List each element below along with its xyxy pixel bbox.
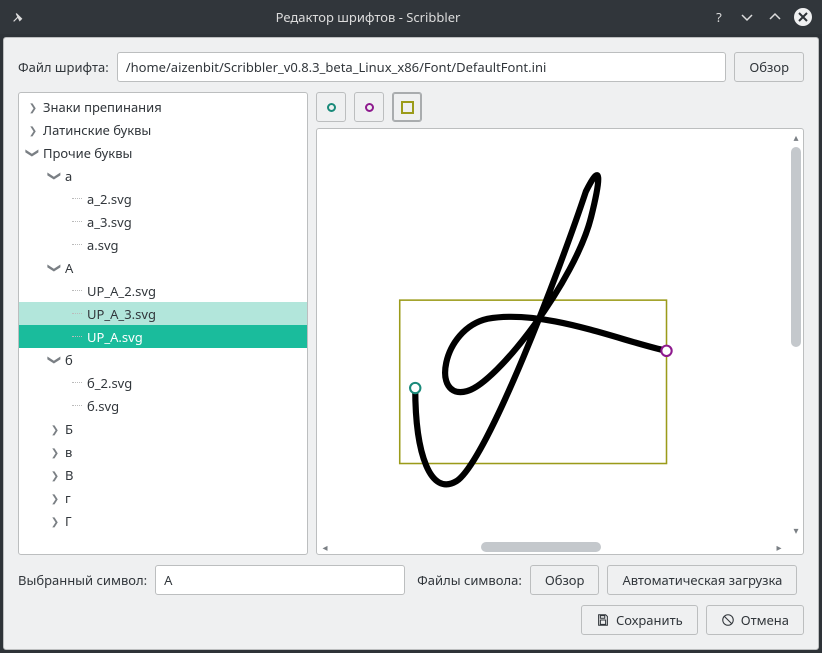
tree-item-label: б.svg bbox=[87, 397, 119, 415]
anchor-in-tool[interactable] bbox=[316, 92, 346, 122]
browse-file-button[interactable]: Обзор bbox=[734, 52, 804, 82]
tree-item[interactable]: а.svg bbox=[19, 233, 307, 256]
horizontal-scrollbar[interactable]: ◂ ▸ bbox=[321, 542, 783, 552]
chevron-right-icon[interactable]: ❯ bbox=[49, 422, 61, 436]
tree-item[interactable]: б_2.svg bbox=[19, 371, 307, 394]
chevron-right-icon[interactable]: ❯ bbox=[49, 445, 61, 459]
file-label: Файл шрифта: bbox=[18, 58, 109, 76]
chevron-right-icon[interactable]: ❯ bbox=[49, 491, 61, 505]
tree-item[interactable]: ❯ Знаки препинания bbox=[19, 95, 307, 118]
tree-item[interactable]: ❯Б bbox=[19, 417, 307, 440]
selected-symbol-input[interactable] bbox=[155, 565, 405, 595]
tool-row bbox=[316, 92, 804, 122]
tree-item-label: а bbox=[65, 167, 72, 185]
close-icon[interactable] bbox=[794, 8, 812, 26]
anchor-in-icon[interactable] bbox=[410, 383, 420, 393]
tree-branch-icon bbox=[71, 198, 83, 199]
browse-symbol-button[interactable]: Обзор bbox=[530, 565, 600, 595]
save-button[interactable]: Сохранить bbox=[581, 605, 698, 635]
tree-branch-icon bbox=[71, 244, 83, 245]
chevron-down-icon[interactable]: ❯ bbox=[49, 351, 61, 369]
tree-item-label: Латинские буквы bbox=[43, 121, 151, 139]
tree-item-label: г bbox=[65, 489, 71, 507]
anchor-out-tool[interactable] bbox=[354, 92, 384, 122]
tree-item[interactable]: ❯ Латинские буквы bbox=[19, 118, 307, 141]
chevron-down-icon[interactable]: ❯ bbox=[49, 167, 61, 185]
tree-branch-icon bbox=[71, 336, 83, 337]
tree-item[interactable]: UP_А_3.svg bbox=[19, 302, 307, 325]
selected-symbol-label: Выбранный символ: bbox=[18, 571, 147, 589]
maximize-icon[interactable] bbox=[766, 8, 784, 26]
tree-item-label: Б bbox=[65, 420, 73, 438]
tree-item[interactable]: а_3.svg bbox=[19, 210, 307, 233]
tree-scroll[interactable]: ❯Знаки препинания❯Латинские буквы❯Прочие… bbox=[19, 93, 307, 554]
tree-item[interactable]: а_2.svg bbox=[19, 187, 307, 210]
tree-item-label: в bbox=[65, 443, 72, 461]
tree-item[interactable]: UP_А.svg bbox=[19, 325, 307, 348]
save-icon bbox=[596, 613, 610, 627]
tree-item[interactable]: б.svg bbox=[19, 394, 307, 417]
tree-item-label: Г bbox=[65, 512, 72, 530]
tree-item-label: а_3.svg bbox=[87, 213, 132, 231]
bounds-tool[interactable] bbox=[392, 92, 422, 122]
tree-item-label: Прочие буквы bbox=[43, 144, 132, 162]
help-icon[interactable]: ? bbox=[710, 8, 728, 26]
chevron-right-icon[interactable]: ❯ bbox=[27, 123, 39, 137]
tree-branch-icon bbox=[71, 290, 83, 291]
chevron-right-icon[interactable]: ❯ bbox=[49, 468, 61, 482]
tree-item-label: UP_А_3.svg bbox=[87, 305, 156, 323]
tree-branch-icon bbox=[71, 405, 83, 406]
tree-item[interactable]: ❯г bbox=[19, 486, 307, 509]
tree-item[interactable]: ❯Прочие буквы bbox=[19, 141, 307, 164]
tree-panel: ❯Знаки препинания❯Латинские буквы❯Прочие… bbox=[18, 92, 308, 555]
cancel-icon bbox=[721, 613, 735, 627]
symbol-files-label: Файлы символа: bbox=[417, 571, 522, 589]
tree-item-label: Знаки препинания bbox=[43, 98, 162, 116]
pin-icon[interactable] bbox=[10, 9, 26, 25]
tree-item[interactable]: ❯А bbox=[19, 256, 307, 279]
tree-item[interactable]: ❯а bbox=[19, 164, 307, 187]
chevron-down-icon[interactable]: ❯ bbox=[49, 259, 61, 277]
chevron-right-icon[interactable]: ❯ bbox=[27, 100, 39, 114]
tree-item-label: А bbox=[65, 259, 73, 277]
tree-item-label: а.svg bbox=[87, 236, 119, 254]
tree-item[interactable]: ❯В bbox=[19, 463, 307, 486]
cancel-button[interactable]: Отмена bbox=[706, 605, 804, 635]
chevron-right-icon[interactable]: ❯ bbox=[49, 514, 61, 528]
symbol-row: Выбранный символ: Файлы символа: Обзор А… bbox=[18, 565, 804, 595]
window-title: Редактор шрифтов - Scribbler bbox=[26, 8, 710, 26]
tree-item-label: б bbox=[65, 351, 73, 369]
chevron-down-icon[interactable]: ❯ bbox=[27, 144, 39, 162]
file-path-input[interactable] bbox=[117, 52, 727, 82]
autoload-button[interactable]: Автоматическая загрузка bbox=[607, 565, 797, 595]
tree-item[interactable]: ❯в bbox=[19, 440, 307, 463]
tree-item-label: В bbox=[65, 466, 73, 484]
tree-item-label: UP_А.svg bbox=[87, 328, 143, 346]
tree-item-label: а_2.svg bbox=[87, 190, 132, 208]
titlebar: Редактор шрифтов - Scribbler ? bbox=[0, 0, 822, 34]
tree-item-label: б_2.svg bbox=[87, 374, 132, 392]
tree-item[interactable]: ❯б bbox=[19, 348, 307, 371]
vertical-scrollbar[interactable]: ▴ ▾ bbox=[791, 133, 801, 534]
minimize-icon[interactable] bbox=[738, 8, 756, 26]
canvas[interactable]: ▴ ▾ ◂ ▸ bbox=[316, 128, 804, 555]
file-path-row: Файл шрифта: Обзор bbox=[18, 52, 804, 82]
anchor-out-icon[interactable] bbox=[661, 346, 671, 356]
tree-branch-icon bbox=[71, 221, 83, 222]
tree-item[interactable]: UP_А_2.svg bbox=[19, 279, 307, 302]
tree-branch-icon bbox=[71, 313, 83, 314]
glyph-stroke bbox=[415, 175, 666, 484]
tree-item-label: UP_А_2.svg bbox=[87, 282, 156, 300]
tree-item[interactable]: ❯Г bbox=[19, 509, 307, 532]
tree-branch-icon bbox=[71, 382, 83, 383]
